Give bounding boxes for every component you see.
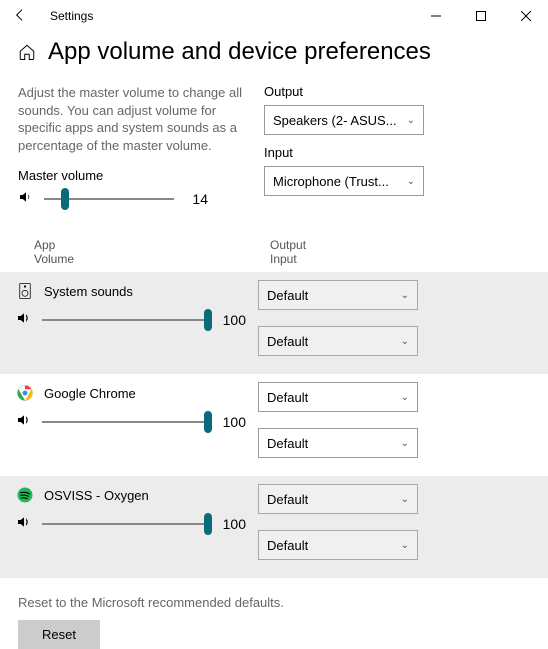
master-volume-label: Master volume [18, 168, 252, 183]
col-app: App [34, 238, 270, 252]
chevron-down-icon: ⌄ [407, 115, 415, 126]
minimize-button[interactable] [413, 0, 458, 32]
input-label: Input [264, 145, 424, 160]
col-output: Output [270, 238, 430, 252]
page-title: App volume and device preferences [48, 38, 431, 66]
arrow-left-icon [12, 7, 28, 23]
output-selected: Speakers (2- ASUS... [273, 113, 397, 128]
back-button[interactable] [12, 7, 32, 26]
input-select[interactable]: Microphone (Trust... ⌄ [264, 166, 424, 196]
app-name-label: Google Chrome [44, 386, 136, 401]
app-volume-slider[interactable] [42, 523, 212, 525]
app-volume-value: 100 [222, 312, 246, 328]
app-volume-icon[interactable] [16, 514, 32, 533]
maximize-button[interactable] [458, 0, 503, 32]
app-output-select[interactable]: Default ⌄ [258, 484, 418, 514]
chevron-down-icon: ⌄ [401, 494, 409, 505]
app-volume-icon[interactable] [16, 412, 32, 431]
app-name-label: OSVISS - Oxygen [44, 488, 149, 503]
reset-button[interactable]: Reset [18, 620, 100, 649]
output-select[interactable]: Speakers (2- ASUS... ⌄ [264, 105, 424, 135]
app-row: Google Chrome 100 Default ⌄ Default ⌄ [0, 374, 548, 476]
app-volume-value: 100 [222, 414, 246, 430]
description-text: Adjust the master volume to change all s… [18, 84, 252, 154]
column-headers: App Volume Output Input [18, 238, 530, 272]
app-output-select[interactable]: Default ⌄ [258, 280, 418, 310]
app-volume-slider[interactable] [42, 421, 212, 423]
speaker-icon [16, 310, 32, 326]
chevron-down-icon: ⌄ [407, 176, 415, 187]
minimize-icon [431, 11, 441, 21]
app-output-value: Default [267, 288, 308, 303]
master-volume-slider[interactable] [44, 198, 174, 200]
col-input: Input [270, 252, 430, 266]
app-input-value: Default [267, 436, 308, 451]
chevron-down-icon: ⌄ [401, 438, 409, 449]
close-icon [521, 11, 531, 21]
app-name-label: System sounds [44, 284, 133, 299]
speaker-icon [16, 412, 32, 428]
reset-text: Reset to the Microsoft recommended defau… [18, 594, 530, 612]
master-volume-value: 14 [184, 191, 208, 207]
speaker-icon [16, 514, 32, 530]
output-label: Output [264, 84, 424, 99]
app-input-value: Default [267, 538, 308, 553]
home-icon[interactable] [18, 43, 36, 61]
window-controls [413, 0, 548, 32]
app-input-select[interactable]: Default ⌄ [258, 530, 418, 560]
col-volume: Volume [34, 252, 270, 266]
app-volume-value: 100 [222, 516, 246, 532]
chevron-down-icon: ⌄ [401, 540, 409, 551]
app-input-value: Default [267, 334, 308, 349]
app-input-select[interactable]: Default ⌄ [258, 428, 418, 458]
chevron-down-icon: ⌄ [401, 336, 409, 347]
speaker-icon [18, 189, 34, 205]
volume-icon[interactable] [18, 189, 34, 208]
app-output-value: Default [267, 390, 308, 405]
app-volume-slider[interactable] [42, 319, 212, 321]
app-row: System sounds 100 Default ⌄ Default ⌄ [0, 272, 548, 374]
chevron-down-icon: ⌄ [401, 290, 409, 301]
app-output-value: Default [267, 492, 308, 507]
titlebar: Settings [0, 0, 548, 32]
spotify-icon [16, 486, 34, 504]
app-row: OSVISS - Oxygen 100 Default ⌄ Default ⌄ [0, 476, 548, 578]
app-list: System sounds 100 Default ⌄ Default ⌄ [0, 272, 548, 578]
app-name: Settings [50, 9, 93, 23]
chevron-down-icon: ⌄ [401, 392, 409, 403]
maximize-icon [476, 11, 486, 21]
input-selected: Microphone (Trust... [273, 174, 389, 189]
app-output-select[interactable]: Default ⌄ [258, 382, 418, 412]
chrome-icon [16, 384, 34, 402]
close-button[interactable] [503, 0, 548, 32]
app-input-select[interactable]: Default ⌄ [258, 326, 418, 356]
app-volume-icon[interactable] [16, 310, 32, 329]
system-sounds-icon [16, 282, 34, 300]
